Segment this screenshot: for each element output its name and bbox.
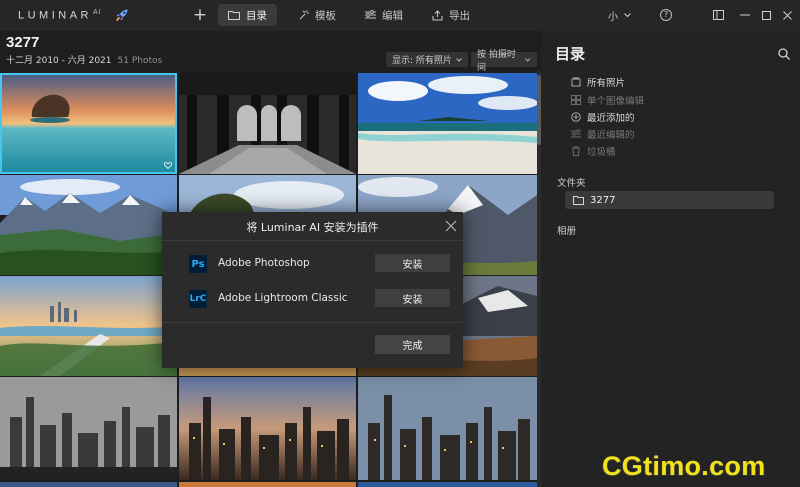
photo-thumbnail[interactable] [0, 73, 177, 174]
divider [162, 240, 463, 241]
heart-icon[interactable] [164, 162, 172, 169]
sparkle-icon [299, 9, 309, 19]
close-icon[interactable] [445, 220, 457, 232]
chevron-down-icon [624, 13, 631, 18]
grid-icon [571, 95, 581, 105]
photo-thumbnail[interactable] [358, 73, 537, 174]
plus-circle-icon [571, 112, 581, 122]
install-lightroom-button[interactable]: 安装 [375, 289, 450, 307]
install-photoshop-button[interactable]: 安装 [375, 254, 450, 272]
lightroom-classic-icon: LrC [189, 290, 207, 308]
dialog-title: 将 Luminar AI 安装为插件 [246, 221, 379, 234]
albums-heading: 相册 [557, 226, 577, 237]
album-subtitle: 十二月 2010 - 六月 2021 51 Photos [6, 56, 163, 66]
top-bar: LUMINARAI + 目录 模板 编辑 导出 小 ? [0, 0, 800, 31]
export-icon [432, 9, 443, 20]
divider [162, 322, 463, 323]
photo-thumbnail[interactable] [179, 482, 356, 487]
plugin-name: Adobe Photoshop [218, 257, 310, 269]
sort-dropdown[interactable]: 按 拍摄时间 [471, 50, 537, 73]
folder-item-3277[interactable]: 3277 [565, 191, 774, 209]
close-window-icon[interactable] [779, 7, 795, 23]
plugin-row-lightroom: LrC Adobe Lightroom Classic 安装 [162, 289, 463, 309]
chevron-down-icon [525, 57, 531, 62]
search-icon[interactable] [777, 47, 791, 61]
folders-heading: 文件夹 [557, 178, 586, 189]
folder-icon [228, 11, 240, 20]
catalog-panel: 目录 所有照片 单个图像编辑 最近添加的 最近编辑的 垃圾桶 文件夹 3277 … [541, 31, 800, 487]
photos-icon [571, 77, 581, 87]
thumbnail-size-select[interactable]: 小 [608, 8, 631, 23]
photo-count: 51 Photos [117, 56, 163, 66]
done-button[interactable]: 完成 [375, 335, 450, 354]
catalog-item-single-edits[interactable]: 单个图像编辑 [571, 93, 644, 107]
tab-templates[interactable]: 模板 [288, 4, 346, 26]
tab-edit[interactable]: 编辑 [355, 4, 413, 26]
sliders-icon [571, 129, 581, 138]
watermark-text: CGtimo.com [602, 451, 766, 481]
photo-thumbnail[interactable] [0, 482, 177, 487]
rocket-icon[interactable] [114, 7, 130, 23]
plugin-name: Adobe Lightroom Classic [218, 292, 348, 304]
photo-thumbnail[interactable] [0, 175, 177, 275]
install-plugin-dialog: 将 Luminar AI 安装为插件 Ps Adobe Photoshop 安装… [162, 212, 463, 368]
panel-toggle-icon[interactable] [710, 7, 726, 23]
app-logo: LUMINARAI [18, 9, 102, 22]
plugin-row-photoshop: Ps Adobe Photoshop 安装 [162, 254, 463, 274]
gallery-header: 3277 十二月 2010 - 六月 2021 51 Photos 显示: 所有照… [0, 31, 537, 73]
photo-thumbnail[interactable] [0, 276, 177, 376]
photo-thumbnail[interactable] [179, 377, 356, 480]
tab-catalog[interactable]: 目录 [218, 4, 277, 26]
photoshop-icon: Ps [189, 255, 207, 273]
chevron-down-icon [456, 57, 462, 62]
maximize-icon[interactable] [758, 7, 774, 23]
add-button[interactable]: + [190, 6, 210, 26]
catalog-item-recently-added[interactable]: 最近添加的 [571, 110, 635, 124]
trash-icon [572, 146, 580, 156]
display-filter-dropdown[interactable]: 显示: 所有照片 [386, 52, 468, 67]
panel-title: 目录 [555, 45, 586, 63]
photo-thumbnail[interactable] [358, 482, 537, 487]
photo-thumbnail[interactable] [179, 73, 356, 174]
catalog-item-all-photos[interactable]: 所有照片 [571, 75, 625, 89]
catalog-item-trash[interactable]: 垃圾桶 [571, 144, 616, 158]
sliders-icon [365, 10, 376, 19]
minimize-icon[interactable] [737, 7, 753, 23]
tab-export[interactable]: 导出 [422, 4, 480, 26]
album-title: 3277 [6, 34, 40, 51]
folder-icon [573, 195, 584, 205]
catalog-item-recently-edited[interactable]: 最近编辑的 [571, 127, 635, 141]
photo-thumbnail[interactable] [358, 377, 537, 480]
help-icon[interactable]: ? [660, 9, 672, 21]
photo-thumbnail[interactable] [0, 377, 177, 480]
